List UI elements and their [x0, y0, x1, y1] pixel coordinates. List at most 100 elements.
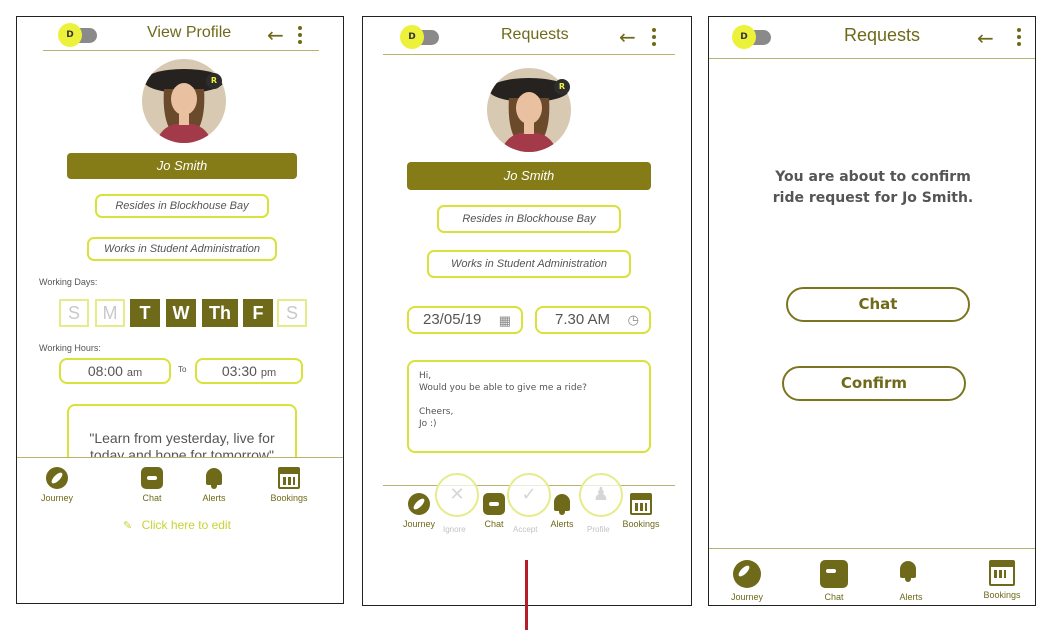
profile-label: Profile — [587, 525, 610, 534]
nav-alerts[interactable]: Alerts — [199, 467, 229, 503]
working-days-label: Working Days: — [39, 277, 98, 287]
edit-link-text: Click here to edit — [141, 518, 231, 532]
accept-button[interactable]: ✓ — [507, 473, 551, 517]
toggle-knob: D — [58, 23, 82, 47]
ride-date-field[interactable]: 23/05/19 ▦ — [407, 306, 523, 334]
kebab-menu-icon[interactable] — [652, 28, 658, 49]
bookings-calendar-icon — [630, 493, 652, 515]
nav-divider — [709, 548, 1035, 549]
header-divider — [43, 50, 319, 51]
bottom-nav: Journey Chat Alerts Bookings — [709, 548, 1035, 605]
accept-label: Accept — [513, 525, 538, 534]
request-details-screen: D Requests ← R Jo Smith Resides in Block… — [362, 16, 692, 606]
avatar — [142, 59, 226, 143]
request-message-box: Hi, Would you be able to give me a ride?… — [407, 360, 651, 453]
alerts-bell-icon — [551, 493, 573, 515]
message-line-5: Jo :) — [419, 419, 437, 429]
profile-button[interactable]: ♟ — [579, 473, 623, 517]
to-label: To — [178, 365, 187, 374]
rider-badge: R — [554, 79, 570, 95]
driver-mode-toggle[interactable]: D — [732, 25, 771, 49]
back-arrow-icon[interactable]: ← — [619, 27, 636, 47]
nav-chat[interactable]: Chat — [137, 467, 167, 503]
nav-bookings-label: Bookings — [983, 590, 1021, 600]
day-sunday[interactable]: S — [59, 299, 89, 327]
journey-icon — [46, 467, 68, 489]
nav-journey[interactable]: Journey — [399, 493, 439, 529]
nav-bookings[interactable]: Bookings — [619, 493, 663, 529]
nav-journey[interactable]: Journey — [727, 560, 767, 602]
start-ampm: am — [126, 367, 143, 379]
ignore-button[interactable]: ✕ — [435, 473, 479, 517]
nav-bookings[interactable]: Bookings — [267, 467, 311, 503]
nav-chat-label: Chat — [824, 592, 844, 602]
working-hours-label: Working Hours: — [39, 343, 101, 353]
bookings-calendar-icon — [989, 560, 1015, 586]
day-friday[interactable]: F — [243, 299, 273, 327]
chat-icon — [483, 493, 505, 515]
confirm-message-line-1: You are about to confirm — [775, 169, 971, 185]
end-time-field[interactable]: 03:30 pm — [195, 358, 303, 384]
day-thursday[interactable]: Th — [202, 299, 238, 327]
pencil-icon: ✎ — [123, 520, 133, 532]
works-pill: Works in Student Administration — [87, 237, 277, 261]
header-divider — [709, 58, 1035, 59]
x-icon: ✕ — [449, 484, 465, 505]
rider-badge: R — [206, 73, 222, 89]
start-time-field[interactable]: 08:00 am — [59, 358, 171, 384]
bottom-nav: Journey Chat Alerts Bookings — [17, 457, 343, 507]
day-tuesday[interactable]: T — [130, 299, 160, 327]
nav-alerts[interactable]: Alerts — [895, 560, 927, 602]
nav-bookings[interactable]: Bookings — [979, 560, 1025, 600]
day-wednesday[interactable]: W — [166, 299, 196, 327]
ride-time-value: 7.30 AM — [555, 311, 611, 328]
nav-journey-label: Journey — [40, 493, 74, 503]
profile-name: Jo Smith — [67, 153, 297, 179]
ignore-label: Ignore — [443, 525, 466, 534]
nav-chat-label: Chat — [142, 493, 162, 503]
back-arrow-icon[interactable]: ← — [977, 28, 994, 48]
driver-mode-toggle[interactable]: D — [58, 23, 97, 47]
start-time-value: 08:00 — [87, 363, 123, 379]
driver-mode-toggle[interactable]: D — [400, 25, 439, 49]
kebab-menu-icon[interactable] — [1017, 28, 1023, 49]
back-arrow-icon[interactable]: ← — [267, 25, 284, 45]
check-icon: ✓ — [521, 484, 537, 505]
message-line-1: Hi, — [419, 371, 432, 381]
chat-icon — [820, 560, 848, 588]
kebab-menu-icon[interactable] — [298, 26, 304, 47]
nav-chat[interactable]: Chat — [479, 493, 509, 529]
requester-name: Jo Smith — [407, 162, 651, 190]
ride-time-field[interactable]: 7.30 AM ◷ — [535, 306, 651, 334]
nav-journey[interactable]: Journey — [37, 467, 77, 503]
toggle-knob: D — [400, 25, 424, 49]
message-line-4: Cheers, — [419, 407, 454, 417]
day-saturday[interactable]: S — [277, 299, 307, 327]
clock-icon: ◷ — [627, 312, 639, 327]
page-title: Requests — [501, 26, 569, 43]
nav-bookings-label: Bookings — [622, 519, 660, 529]
toggle-knob: D — [732, 25, 756, 49]
chat-icon — [141, 467, 163, 489]
quote-line-1: "Learn from yesterday, live for — [89, 430, 275, 446]
view-profile-screen: D View Profile ← R Jo Smith Resides in B… — [16, 16, 344, 604]
chat-button[interactable]: Chat — [786, 287, 970, 322]
day-monday[interactable]: M — [95, 299, 125, 327]
confirm-message-line-2: ride request for Jo Smith. — [772, 190, 974, 206]
alerts-bell-icon — [203, 467, 225, 489]
edit-link[interactable]: ✎ Click here to edit — [123, 518, 231, 532]
journey-icon — [733, 560, 761, 588]
nav-bookings-label: Bookings — [270, 493, 308, 503]
annotation-marker — [525, 560, 528, 630]
nav-alerts-label: Alerts — [550, 519, 574, 529]
end-ampm: pm — [260, 367, 277, 379]
nav-alerts-label: Alerts — [202, 493, 226, 503]
bookings-calendar-icon — [278, 467, 300, 489]
nav-chat[interactable]: Chat — [818, 560, 850, 602]
person-icon: ♟ — [592, 484, 610, 505]
message-line-2: Would you be able to give me a ride? — [419, 383, 587, 393]
nav-alerts[interactable]: Alerts — [547, 493, 577, 529]
end-time-value: 03:30 — [221, 363, 257, 379]
confirm-button[interactable]: Confirm — [782, 366, 966, 401]
page-title: View Profile — [147, 24, 232, 41]
